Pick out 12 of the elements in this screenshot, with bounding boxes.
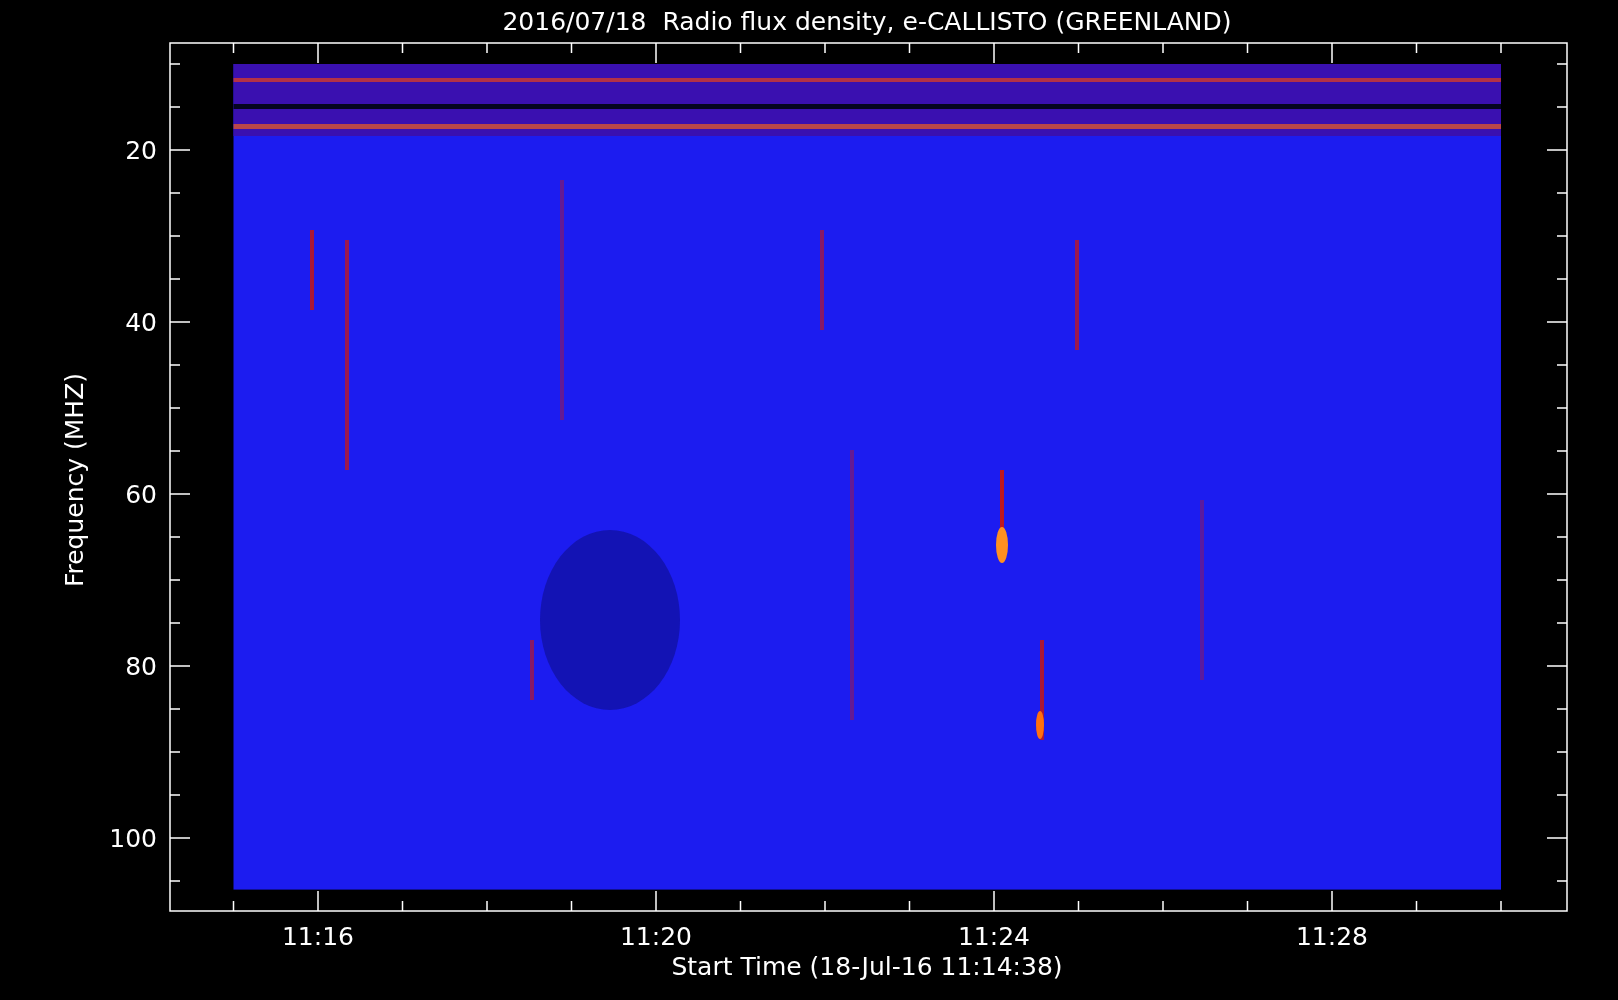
x-tick-label: 11:16 [282,922,354,951]
y-tick-label: 60 [125,480,157,509]
x-tick-label: 11:28 [1296,922,1368,951]
chart-title: 2016/07/18 Radio flux density, e-CALLISTO (GREENLAND) [502,7,1232,36]
y-tick-label: 40 [125,308,157,337]
x-tick-label: 11:20 [620,922,692,951]
y-tick-label: 20 [125,136,157,165]
x-tick-label: 11:24 [958,922,1030,951]
y-tick-label: 80 [125,652,157,681]
y-tick-label: 100 [109,824,157,853]
y-axis-label: Frequency (MHZ) [60,372,89,588]
x-axis-label: Start Time (18-Jul-16 11:14:38) [671,952,1063,981]
